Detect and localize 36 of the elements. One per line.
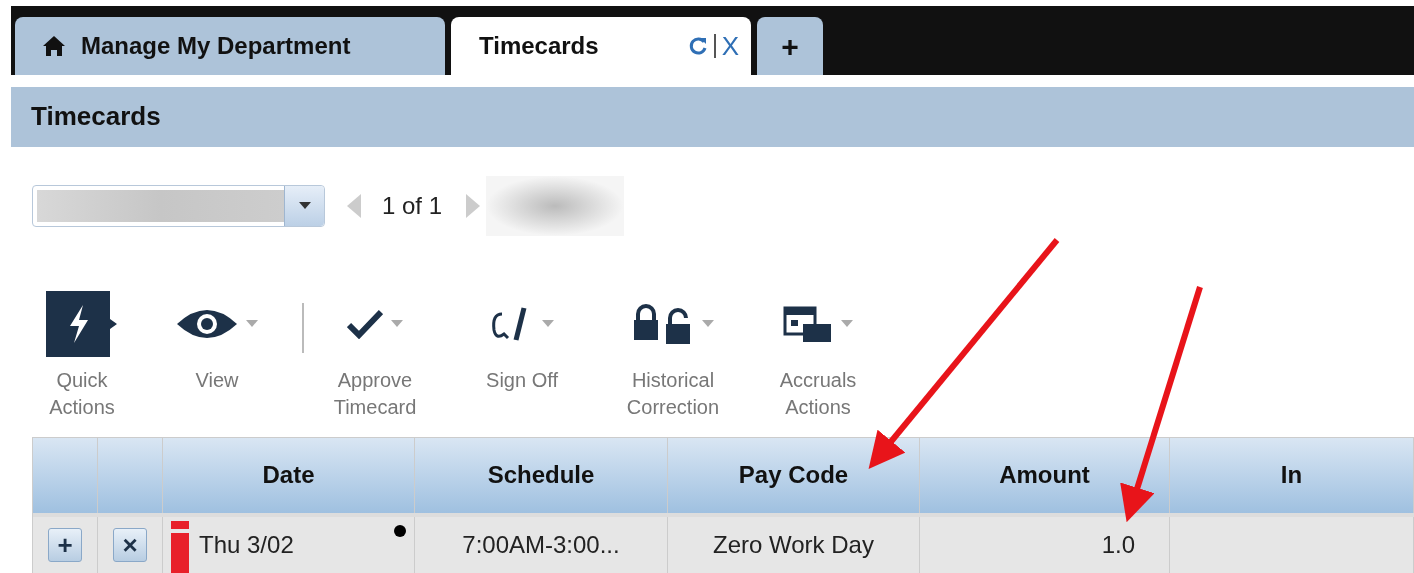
table-cell-text: 1.0: [1101, 530, 1135, 560]
lightning-icon: [46, 290, 118, 357]
remove-button[interactable]: ×: [113, 528, 147, 562]
column-header: Amount: [920, 438, 1170, 513]
close-button[interactable]: X: [721, 26, 739, 66]
column-header: Date: [163, 438, 415, 513]
next-icon[interactable]: [466, 193, 481, 218]
table-cell-text: 7:00AM-3:00...: [462, 530, 620, 560]
toolbar-button[interactable]: Quick Actions: [32, 288, 132, 421]
dropdown-caret-icon[interactable]: [284, 185, 324, 226]
exception-marker: [171, 521, 189, 573]
dropdown-caret-icon: [841, 319, 853, 328]
dropdown-caret-icon: [542, 319, 554, 328]
column-header: Schedule: [415, 438, 668, 513]
checkmark-icon: [347, 308, 383, 339]
tab[interactable]: +: [757, 17, 823, 76]
dropdown-caret-icon: [246, 319, 258, 328]
toolbar-button[interactable]: Approve Timecard: [304, 288, 446, 421]
toolbar-button[interactable]: View: [132, 288, 302, 394]
add-button[interactable]: +: [48, 528, 82, 562]
toolbar-button[interactable]: Sign Off: [446, 288, 598, 394]
tab[interactable]: Manage My Department: [15, 17, 445, 76]
previous-icon[interactable]: [347, 193, 361, 218]
page-title: Timecards: [31, 100, 161, 134]
dropdown-caret-icon: [702, 319, 714, 328]
toolbar-button[interactable]: Historical Correction: [598, 288, 748, 421]
toolbar-button[interactable]: Accruals Actions: [748, 288, 888, 421]
refresh-icon[interactable]: [687, 36, 708, 57]
page-count: 1 of 1: [382, 190, 443, 221]
column-header: In: [1170, 438, 1414, 513]
dropdown-caret-icon: [391, 319, 403, 328]
column-header: Pay Code: [668, 438, 920, 513]
table-cell-text: Thu 3/02: [199, 530, 294, 560]
home-icon: [43, 36, 65, 57]
table-cell-text: Zero Work Day: [713, 530, 874, 560]
tab[interactable]: Timecards X: [451, 17, 751, 76]
